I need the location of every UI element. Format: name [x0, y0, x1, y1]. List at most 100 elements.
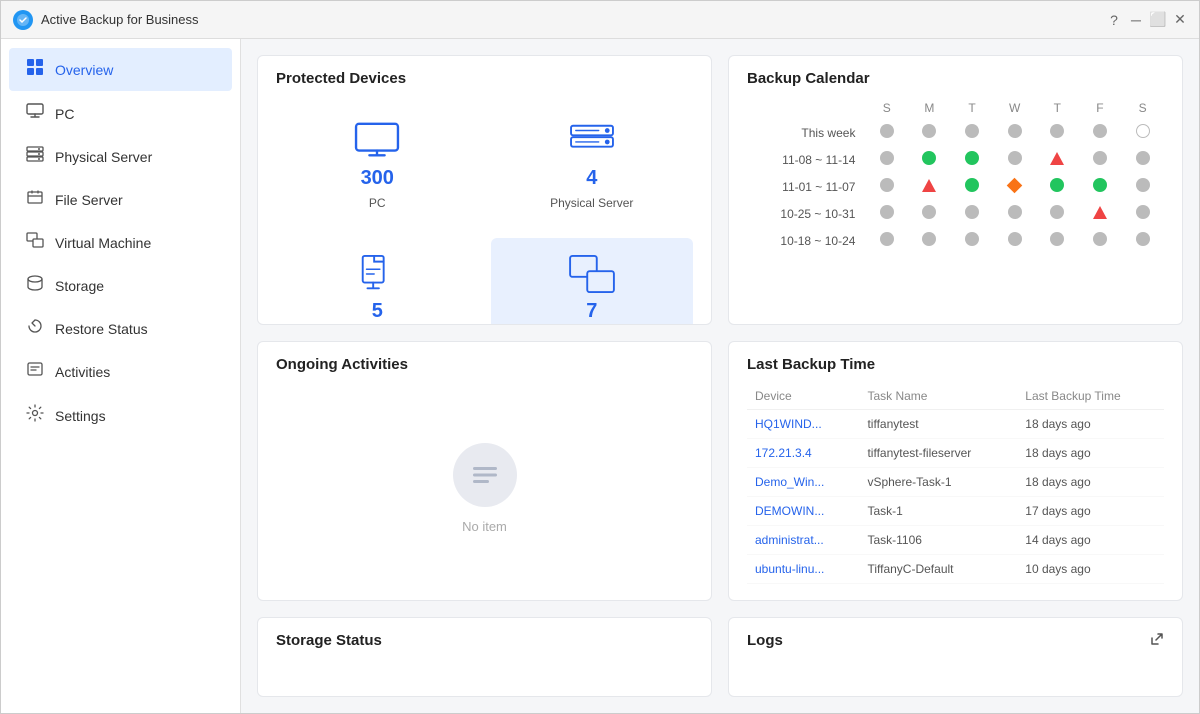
logs-expand-button[interactable] [1150, 632, 1164, 649]
device-card-pc[interactable]: 300 PC [276, 105, 479, 226]
device-cell[interactable]: Demo_Win... [747, 468, 859, 497]
time-cell: 18 days ago [1017, 468, 1164, 497]
cal-day-s1: S [865, 97, 908, 119]
sidebar-item-physical-server[interactable]: Physical Server [9, 136, 232, 177]
cal-week-label: 11-08 ~ 11-14 [747, 146, 865, 173]
time-cell: 18 days ago [1017, 439, 1164, 468]
window-controls: ? ─ ⬜ ✕ [1107, 13, 1187, 27]
device-cell[interactable]: DEMOWIN... [747, 497, 859, 526]
storage-status-panel: Storage Status [257, 617, 712, 697]
sidebar-item-overview[interactable]: Overview [9, 48, 232, 91]
cal-dot-cell [1079, 173, 1122, 200]
cal-dot-warning [1093, 206, 1107, 219]
cal-dot [880, 151, 894, 165]
col-device: Device [747, 383, 859, 410]
cal-dot-cell [951, 200, 994, 227]
cal-dot [880, 124, 894, 138]
cal-dot [880, 178, 894, 192]
sidebar-item-storage[interactable]: Storage [9, 265, 232, 306]
device-card-physical-server[interactable]: 4 Physical Server [491, 105, 694, 226]
maximize-button[interactable]: ⬜ [1151, 13, 1165, 27]
no-item-text: No item [462, 519, 507, 534]
sidebar-item-file-server[interactable]: File Server [9, 179, 232, 220]
time-cell: 14 days ago [1017, 526, 1164, 555]
storage-status-title: Storage Status [258, 618, 711, 659]
cal-dot-cell [908, 227, 951, 254]
sidebar-item-virtual-machine[interactable]: Virtual Machine [9, 222, 232, 263]
cal-label-header [747, 97, 865, 119]
cal-dot [1093, 151, 1107, 165]
cal-dot-cell [993, 146, 1036, 173]
cal-dot [1008, 232, 1022, 246]
cal-dot-cell [908, 200, 951, 227]
device-cell[interactable]: ubuntu-linu... [747, 555, 859, 584]
pc-count: 300 [361, 167, 394, 190]
sidebar-item-label: Overview [55, 62, 113, 78]
cal-week-label: 10-18 ~ 10-24 [747, 227, 865, 254]
overview-icon [25, 58, 45, 81]
task-cell: Task-1106 [859, 526, 1017, 555]
time-cell: 10 days ago [1017, 555, 1164, 584]
logs-title: Logs [747, 632, 783, 649]
cal-dot-warning [1050, 152, 1064, 165]
physical-server-device-icon [567, 121, 617, 161]
device-cell[interactable]: HQ1WIND... [747, 410, 859, 439]
server-icon [25, 146, 45, 167]
calendar-row-this-week: This week [747, 119, 1164, 146]
cal-dot-cell [908, 119, 951, 146]
table-row: administrat... Task-1106 14 days ago [747, 526, 1164, 555]
storage-icon [25, 275, 45, 296]
cal-dot [1008, 151, 1022, 165]
cal-dot [1008, 205, 1022, 219]
no-item-container: No item [258, 383, 711, 594]
sidebar-item-settings[interactable]: Settings [9, 394, 232, 437]
sidebar: Overview PC [1, 39, 241, 713]
cal-dot-diamond [1007, 177, 1023, 193]
pc-device-icon [352, 121, 402, 161]
sidebar-item-restore-status[interactable]: Restore Status [9, 308, 232, 349]
sidebar-item-activities[interactable]: Activities [9, 351, 232, 392]
cal-dot-cell [951, 146, 994, 173]
table-row: Demo_Win... vSphere-Task-1 18 days ago [747, 468, 1164, 497]
cal-dot [1008, 124, 1022, 138]
cal-dot-empty [1136, 124, 1150, 138]
help-button[interactable]: ? [1107, 13, 1121, 27]
cal-dot-green [1093, 178, 1107, 192]
cal-dot-cell [1121, 146, 1164, 173]
close-button[interactable]: ✕ [1173, 13, 1187, 27]
cal-dot-cell [1036, 119, 1079, 146]
cal-dot-cell [1036, 200, 1079, 227]
cal-dot [922, 205, 936, 219]
backup-calendar-panel: Backup Calendar S M T W T F [728, 55, 1183, 325]
sidebar-item-label: PC [55, 106, 74, 122]
device-cell[interactable]: 172.21.3.4 [747, 439, 859, 468]
col-time: Last Backup Time [1017, 383, 1164, 410]
cal-dot [1050, 232, 1064, 246]
cal-dot-cell [865, 146, 908, 173]
file-server-count: 5 [372, 300, 383, 323]
device-cell[interactable]: administrat... [747, 526, 859, 555]
calendar-row-1101: 11-01 ~ 11-07 [747, 173, 1164, 200]
cal-day-w: W [993, 97, 1036, 119]
task-cell: tiffanytest [859, 410, 1017, 439]
cal-dot [922, 232, 936, 246]
protected-devices-title: Protected Devices [258, 56, 711, 97]
backup-table-header-row: Device Task Name Last Backup Time [747, 383, 1164, 410]
titlebar: Active Backup for Business ? ─ ⬜ ✕ [1, 1, 1199, 39]
cal-dot-cell [1079, 146, 1122, 173]
vm-device-icon [567, 254, 617, 294]
sidebar-item-pc[interactable]: PC [9, 93, 232, 134]
cal-dot-cell [865, 227, 908, 254]
device-card-virtual-machine[interactable]: 7 Virtual Machine [491, 238, 694, 325]
cal-dot [1050, 205, 1064, 219]
backup-table: Device Task Name Last Backup Time HQ1WIN… [747, 383, 1164, 584]
ongoing-activities-title: Ongoing Activities [258, 342, 711, 383]
cal-dot-green [965, 178, 979, 192]
minimize-button[interactable]: ─ [1129, 13, 1143, 27]
cal-dot-cell [993, 227, 1036, 254]
cal-dot [1136, 232, 1150, 246]
main-layout: Overview PC [1, 39, 1199, 713]
table-row: ubuntu-linu... TiffanyC-Default 10 days … [747, 555, 1164, 584]
restore-icon [25, 318, 45, 339]
device-card-file-server[interactable]: 5 File Server [276, 238, 479, 325]
